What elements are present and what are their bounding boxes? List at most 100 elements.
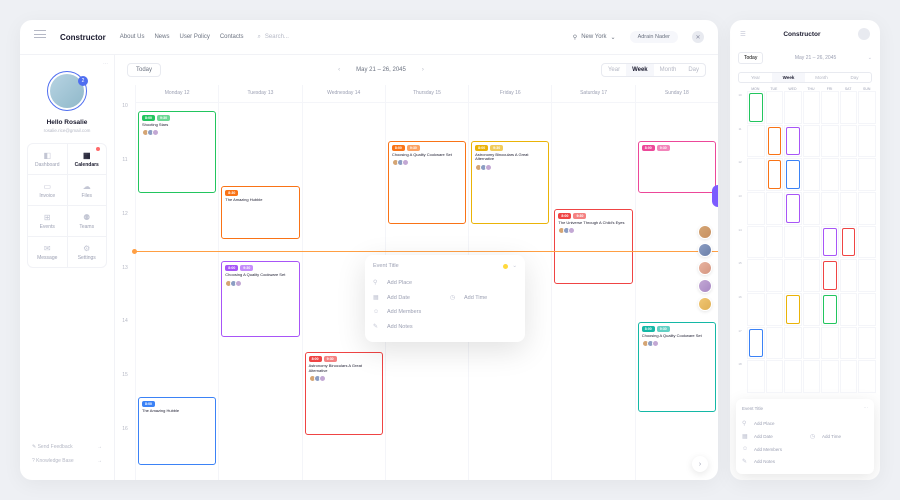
- calendar-event[interactable]: [786, 194, 800, 223]
- add-time-row[interactable]: ◷Add Time: [810, 430, 868, 443]
- view-day[interactable]: Day: [838, 73, 871, 82]
- calendar-event[interactable]: 8:009:30Astronomy Binoculars A Great Alt…: [471, 141, 549, 224]
- location-picker[interactable]: ⚲ New York ⌄: [573, 34, 616, 41]
- add-members-row[interactable]: ☺Add Members: [373, 305, 517, 319]
- popup-title-input[interactable]: Event Title: [742, 406, 763, 411]
- grid-cell[interactable]: [784, 259, 802, 292]
- send-feedback-link[interactable]: ✎ Send Feedback→: [30, 440, 104, 454]
- calendar-event[interactable]: [749, 93, 763, 122]
- calendar-event[interactable]: 8:009:30Choosing A Quality Cookware Set: [638, 322, 716, 412]
- invite-button[interactable]: Invite: [712, 185, 718, 207]
- grid-cell[interactable]: [784, 125, 802, 158]
- grid-cell[interactable]: [803, 259, 821, 292]
- grid-cell[interactable]: [821, 293, 839, 326]
- grid-cell[interactable]: [747, 226, 765, 259]
- add-date-row[interactable]: ▦Add Date: [373, 290, 440, 305]
- grid-cell[interactable]: [766, 259, 784, 292]
- grid-cell[interactable]: [747, 360, 765, 393]
- grid-cell[interactable]: [858, 259, 876, 292]
- sidebar-item-message[interactable]: ✉Message: [28, 237, 67, 267]
- nav-contacts[interactable]: Contacts: [220, 34, 244, 40]
- next-page-button[interactable]: ›: [692, 456, 708, 472]
- more-icon[interactable]: ⋯: [864, 405, 869, 411]
- grid-cell[interactable]: [803, 91, 821, 124]
- grid-cell[interactable]: [858, 360, 876, 393]
- grid-cell[interactable]: [803, 226, 821, 259]
- knowledge-base-link[interactable]: ? Knowledge Base→: [30, 454, 104, 468]
- calendar-event[interactable]: [786, 295, 800, 324]
- grid-cell[interactable]: [766, 125, 784, 158]
- grid-cell[interactable]: [840, 360, 858, 393]
- grid-cell[interactable]: [747, 125, 765, 158]
- grid-cell[interactable]: [766, 158, 784, 191]
- add-members-row[interactable]: ☺Add Members: [742, 443, 868, 455]
- grid-cell[interactable]: [821, 192, 839, 225]
- grid-cell[interactable]: [747, 259, 765, 292]
- close-icon[interactable]: ✕: [692, 31, 704, 43]
- grid-cell[interactable]: [840, 125, 858, 158]
- nav-about[interactable]: About Us: [120, 34, 145, 40]
- grid-cell[interactable]: [747, 158, 765, 191]
- grid-cell[interactable]: [821, 226, 839, 259]
- grid-cell[interactable]: [747, 91, 765, 124]
- grid-cell[interactable]: [803, 327, 821, 360]
- view-day[interactable]: Day: [682, 64, 705, 76]
- attendee-avatar[interactable]: [698, 279, 712, 293]
- avatar[interactable]: [858, 28, 870, 40]
- grid-cell[interactable]: [747, 192, 765, 225]
- grid-cell[interactable]: [803, 360, 821, 393]
- view-week[interactable]: Week: [772, 73, 805, 82]
- grid-cell[interactable]: [784, 293, 802, 326]
- grid-cell[interactable]: [821, 158, 839, 191]
- add-notes-row[interactable]: ✎Add Notes: [742, 455, 868, 468]
- chevron-down-icon[interactable]: ⌄: [512, 263, 517, 269]
- sidebar-item-events[interactable]: ⊞Events: [28, 206, 67, 236]
- add-notes-row[interactable]: ✎Add Notes: [373, 319, 517, 334]
- sidebar-item-settings[interactable]: ⚙Settings: [68, 237, 107, 267]
- calendar-event[interactable]: [768, 127, 782, 156]
- sidebar-item-teams[interactable]: ⚉Teams: [68, 206, 107, 236]
- grid-cell[interactable]: [840, 91, 858, 124]
- grid-cell[interactable]: [840, 259, 858, 292]
- calendar-event[interactable]: 8:009:30Astronomy Binoculars A Great Alt…: [305, 352, 383, 435]
- grid-cell[interactable]: [766, 226, 784, 259]
- grid-cell[interactable]: [747, 293, 765, 326]
- calendar-event[interactable]: 8:009:30Choosing A Quality Cookware Set: [388, 141, 466, 224]
- grid-cell[interactable]: [747, 327, 765, 360]
- calendar-event[interactable]: [786, 160, 800, 189]
- view-month[interactable]: Month: [654, 64, 683, 76]
- more-icon[interactable]: ⋯: [103, 61, 108, 67]
- popup-title-input[interactable]: Event Title: [373, 263, 399, 269]
- view-week[interactable]: Week: [626, 64, 654, 76]
- calendar-event[interactable]: [823, 261, 837, 290]
- sidebar-item-files[interactable]: ☁Files: [68, 175, 107, 205]
- grid-cell[interactable]: [803, 125, 821, 158]
- grid-cell[interactable]: [766, 360, 784, 393]
- add-place-row[interactable]: ⚲Add Place: [742, 417, 868, 430]
- grid-cell[interactable]: [821, 125, 839, 158]
- attendee-avatar[interactable]: [698, 261, 712, 275]
- calendar-event[interactable]: [842, 228, 856, 257]
- add-place-row[interactable]: ⚲Add Place: [373, 275, 517, 290]
- grid-cell[interactable]: [784, 360, 802, 393]
- sidebar-item-dashboard[interactable]: ◧Dashboard: [28, 144, 67, 174]
- nav-policy[interactable]: User Policy: [179, 34, 209, 40]
- today-button[interactable]: Today: [738, 52, 763, 64]
- calendar-event[interactable]: [823, 228, 837, 257]
- calendar-event[interactable]: 8:00The Amazing Hubble: [138, 397, 216, 465]
- grid-cell[interactable]: [821, 259, 839, 292]
- add-date-row[interactable]: ▦Add Date: [742, 430, 800, 443]
- grid-cell[interactable]: [840, 226, 858, 259]
- today-button[interactable]: Today: [127, 63, 161, 77]
- profile-avatar[interactable]: 2: [47, 71, 87, 111]
- grid-cell[interactable]: [821, 360, 839, 393]
- grid-cell[interactable]: [858, 293, 876, 326]
- calendar-event[interactable]: 8:30The Amazing Hubble: [221, 186, 299, 239]
- add-time-row[interactable]: ◷Add Time: [450, 290, 517, 305]
- attendee-avatar[interactable]: [698, 225, 712, 239]
- grid-cell[interactable]: [803, 293, 821, 326]
- grid-cell[interactable]: [784, 327, 802, 360]
- calendar-event[interactable]: 8:009:30Choosing A Quality Cookware Set: [221, 261, 299, 336]
- grid-cell[interactable]: [784, 192, 802, 225]
- grid-cell[interactable]: [784, 158, 802, 191]
